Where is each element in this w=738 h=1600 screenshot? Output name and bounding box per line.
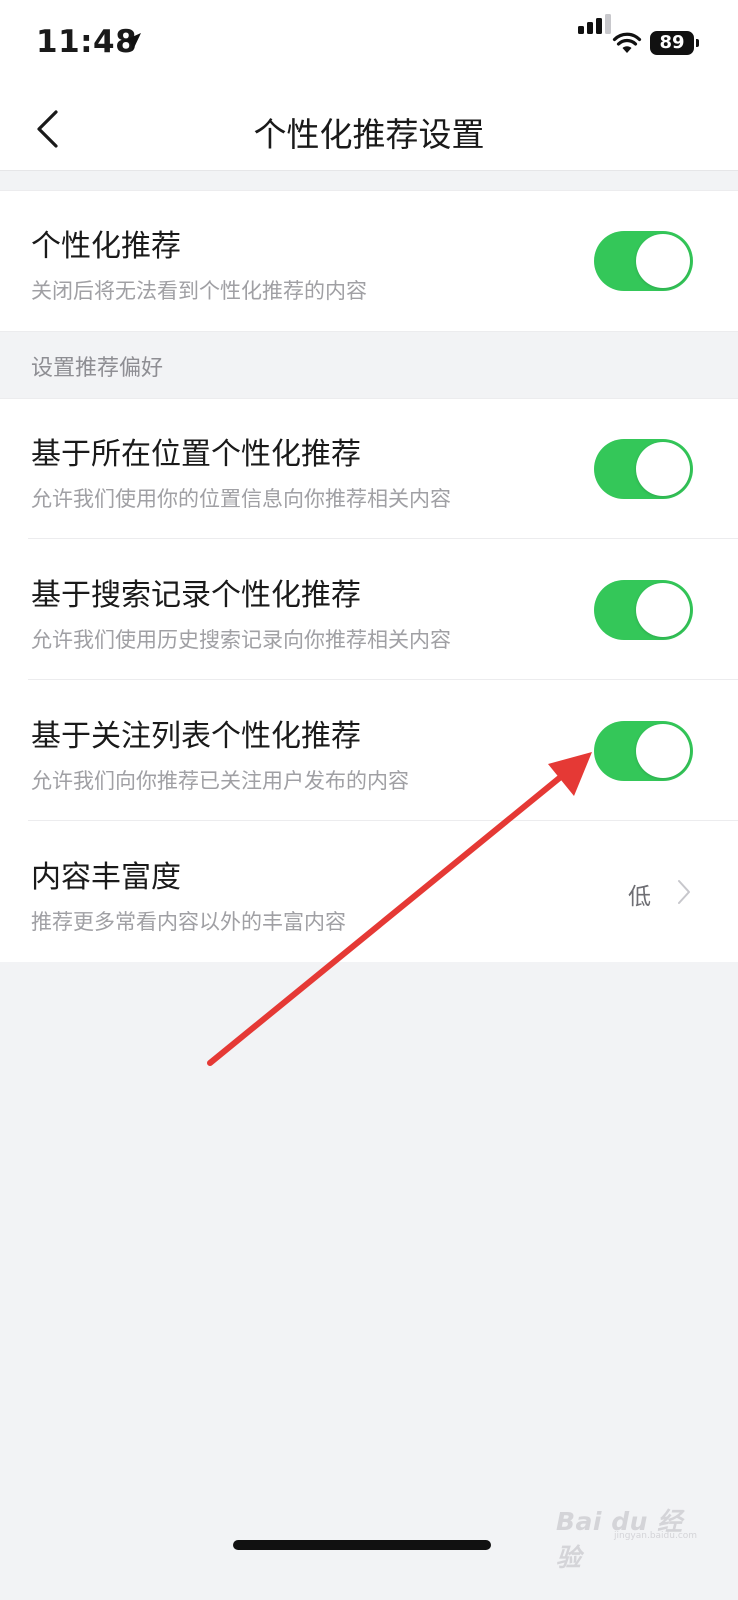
location-recommend-toggle[interactable] xyxy=(594,439,693,499)
home-indicator xyxy=(233,1540,491,1550)
chevron-right-icon xyxy=(678,880,690,904)
toggle-knob xyxy=(636,583,690,637)
location-recommend-row: 基于所在位置个性化推荐 允许我们使用你的位置信息向你推荐相关内容 xyxy=(0,399,738,539)
personalized-recommend-row: 个性化推荐 关闭后将无法看到个性化推荐的内容 xyxy=(0,191,738,331)
content-richness-row[interactable]: 内容丰富度 推荐更多常看内容以外的丰富内容 低 xyxy=(0,822,738,962)
battery-cap xyxy=(696,39,699,47)
row-divider xyxy=(28,538,738,539)
page-title: 个性化推荐设置 xyxy=(253,115,485,154)
row-subtitle: 推荐更多常看内容以外的丰富内容 xyxy=(31,910,346,934)
row-title: 基于搜索记录个性化推荐 xyxy=(31,578,361,613)
preferences-section: 基于所在位置个性化推荐 允许我们使用你的位置信息向你推荐相关内容 基于搜索记录个… xyxy=(0,398,738,962)
location-arrow-icon xyxy=(123,33,141,51)
battery-level: 89 xyxy=(659,32,685,53)
following-list-recommend-toggle[interactable] xyxy=(594,721,693,781)
preferences-group-header: 设置推荐偏好 xyxy=(31,356,164,381)
row-divider xyxy=(28,679,738,680)
richness-value: 低 xyxy=(628,884,651,910)
baidu-watermark-logo: Bai du 经验 jingyan.baidu.com xyxy=(556,1498,697,1572)
top-bar: 11:48 89 个性化推荐设置 xyxy=(0,0,738,171)
main-toggle-section: 个性化推荐 关闭后将无法看到个性化推荐的内容 xyxy=(0,190,738,332)
row-title: 基于关注列表个性化推荐 xyxy=(31,719,361,754)
toggle-knob xyxy=(636,234,690,288)
search-history-recommend-toggle[interactable] xyxy=(594,580,693,640)
row-subtitle: 关闭后将无法看到个性化推荐的内容 xyxy=(31,279,367,303)
personalized-recommend-toggle[interactable] xyxy=(594,231,693,291)
status-bar: 11:48 89 xyxy=(0,0,738,90)
row-subtitle: 允许我们使用你的位置信息向你推荐相关内容 xyxy=(31,487,451,511)
toggle-knob xyxy=(636,442,690,496)
row-title: 内容丰富度 xyxy=(31,860,181,895)
wifi-icon xyxy=(612,32,642,53)
row-subtitle: 允许我们向你推荐已关注用户发布的内容 xyxy=(31,769,409,793)
battery-icon: 89 xyxy=(650,31,694,55)
nav-bar: 个性化推荐设置 xyxy=(0,90,738,170)
row-title: 基于所在位置个性化推荐 xyxy=(31,437,361,472)
row-divider xyxy=(28,820,738,821)
toggle-knob xyxy=(636,724,690,778)
following-list-recommend-row: 基于关注列表个性化推荐 允许我们向你推荐已关注用户发布的内容 xyxy=(0,681,738,821)
watermark-url: jingyan.baidu.com xyxy=(614,1531,698,1541)
row-subtitle: 允许我们使用历史搜索记录向你推荐相关内容 xyxy=(31,628,451,652)
row-title: 个性化推荐 xyxy=(31,229,181,264)
search-history-recommend-row: 基于搜索记录个性化推荐 允许我们使用历史搜索记录向你推荐相关内容 xyxy=(0,540,738,680)
